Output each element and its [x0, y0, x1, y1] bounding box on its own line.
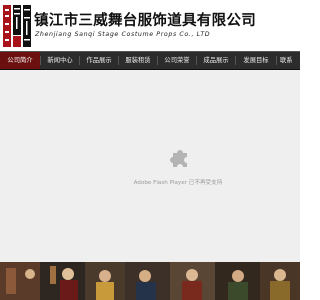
company-subtitle: Zhenjiang Sanqi Stage Costume Props Co.,… [35, 31, 211, 38]
logo[interactable] [2, 3, 32, 49]
nav-item-works[interactable]: 作品展示 [80, 52, 118, 69]
nav-item-contact[interactable]: 联系 [280, 52, 304, 69]
flash-placeholder[interactable]: Adobe Flash Player 已不再受支持 [0, 70, 300, 262]
nav-item-news[interactable]: 新闻中心 [41, 52, 79, 69]
main-nav: 公司简介 新闻中心 作品展示 服装租赁 公司荣誉 成品展示 发展目标 联系 [0, 51, 300, 70]
puzzle-plugin-icon [170, 150, 187, 167]
site-header: 镇江市三威舞台服饰道具有限公司 Zhenjiang Sanqi Stage Co… [0, 0, 300, 50]
photo-strip-banner [0, 262, 300, 300]
nav-item-goals[interactable]: 发展目标 [236, 52, 276, 69]
nav-separator [276, 56, 277, 65]
nav-item-rental[interactable]: 服装租赁 [119, 52, 157, 69]
nav-item-honors[interactable]: 公司荣誉 [158, 52, 196, 69]
flash-unsupported-message: Adobe Flash Player 已不再受支持 [133, 180, 223, 186]
nav-item-about[interactable]: 公司简介 [0, 52, 40, 69]
nav-item-products[interactable]: 成品展示 [197, 52, 235, 69]
company-title: 镇江市三威舞台服饰道具有限公司 [34, 13, 256, 29]
